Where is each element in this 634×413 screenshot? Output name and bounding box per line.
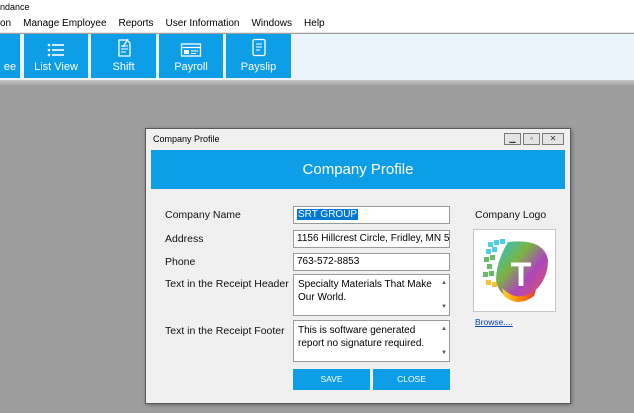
phone-value: 763-572-8853 (297, 256, 360, 267)
menu-bar: on Manage Employee Reports User Informat… (0, 14, 634, 33)
toolbar-payroll-label: Payroll (174, 61, 208, 73)
address-value: 1156 Hillcrest Circle, Fridley, MN 5 (297, 233, 450, 244)
app-title: ndance (0, 2, 30, 12)
menu-item-help[interactable]: Help (298, 14, 331, 33)
browse-link[interactable]: Browse.... (475, 317, 513, 327)
toolbar-shadow (0, 80, 634, 86)
company-logo-graphic: T (483, 239, 548, 302)
toolbar-list-view-label: List View (34, 61, 78, 73)
scroll-down-icon[interactable]: ▼ (441, 301, 447, 314)
company-name-label: Company Name (165, 209, 241, 221)
close-icon[interactable]: ✕ (542, 133, 564, 145)
company-name-input[interactable]: SRT GROUP (293, 206, 450, 224)
minimize-icon[interactable]: ▁ (504, 133, 521, 145)
dialog-window-title: Company Profile (153, 134, 220, 144)
toolbar-shift-label: Shift (112, 61, 135, 73)
receipt-header-line-1: Specialty Materials That Make (298, 279, 432, 290)
payroll-icon (180, 43, 202, 57)
menu-item-on[interactable]: on (0, 14, 17, 33)
receipt-header-line-2: Our World. (298, 292, 347, 303)
receipt-header-label: Text in the Receipt Header (165, 278, 289, 290)
address-label: Address (165, 233, 204, 245)
app-title-bar: ndance (0, 0, 634, 14)
dialog-title-bar: Company Profile ▁ ▫ ✕ (146, 129, 570, 150)
toolbar-shift-button[interactable]: Shift (91, 34, 156, 78)
menu-item-reports[interactable]: Reports (113, 14, 160, 33)
window-controls: ▁ ▫ ✕ (504, 133, 564, 145)
dialog-banner: Company Profile (151, 150, 565, 189)
toolbar-payslip-label: Payslip (240, 61, 277, 73)
menu-item-user-information[interactable]: User Information (160, 14, 246, 33)
list-icon (47, 43, 64, 57)
menu-item-windows[interactable]: Windows (245, 14, 298, 33)
toolbar-employee-label: ee (3, 61, 17, 73)
toolbar: ee List View Shift Payroll Payslip (0, 34, 634, 80)
phone-input[interactable]: 763-572-8853 (293, 253, 450, 271)
toolbar-payroll-button[interactable]: Payroll (159, 34, 223, 78)
phone-label: Phone (165, 256, 196, 268)
save-button[interactable]: SAVE (293, 369, 370, 390)
receipt-footer-line-2: report no signature required. (298, 338, 425, 349)
document-icon (117, 38, 131, 57)
toolbar-payslip-button[interactable]: Payslip (226, 34, 291, 78)
logo-letter: T (511, 256, 532, 294)
maximize-icon[interactable]: ▫ (523, 133, 540, 145)
receipt-footer-line-1: This is software generated (298, 325, 416, 336)
close-button-label: CLOSE (397, 374, 426, 384)
toolbar-list-view-button[interactable]: List View (24, 34, 88, 78)
toolbar-employee-button[interactable]: ee (0, 34, 20, 78)
close-button[interactable]: CLOSE (373, 369, 450, 390)
scroll-up-icon[interactable]: ▲ (441, 323, 447, 336)
scroll-down-icon[interactable]: ▼ (441, 347, 447, 360)
payslip-icon (251, 38, 266, 57)
company-name-value: SRT GROUP (297, 209, 359, 220)
menu-item-manage-employee[interactable]: Manage Employee (17, 14, 112, 33)
company-logo-image[interactable]: T (473, 229, 556, 312)
company-logo-label: Company Logo (475, 209, 547, 221)
receipt-header-textarea[interactable]: Specialty Materials That Make Our World.… (293, 274, 450, 316)
save-button-label: SAVE (320, 374, 343, 384)
banner-title: Company Profile (302, 161, 414, 178)
scroll-up-icon[interactable]: ▲ (441, 277, 447, 290)
receipt-footer-textarea[interactable]: This is software generated report no sig… (293, 320, 450, 362)
receipt-footer-label: Text in the Receipt Footer (165, 325, 285, 337)
company-profile-dialog: Company Profile ▁ ▫ ✕ Company Profile Co… (145, 128, 571, 404)
address-input[interactable]: 1156 Hillcrest Circle, Fridley, MN 5 (293, 230, 450, 248)
